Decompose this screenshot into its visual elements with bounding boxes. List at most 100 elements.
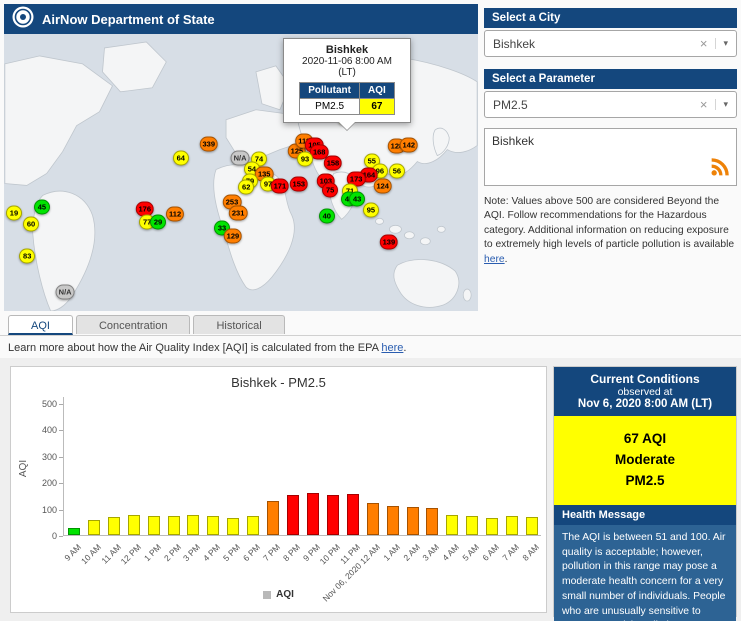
chevron-down-icon[interactable]: ▾ <box>715 99 728 110</box>
y-axis-title: AQI <box>18 459 30 478</box>
chart-bar[interactable] <box>346 493 359 535</box>
map-marker[interactable]: N/A <box>55 284 75 300</box>
x-axis-label: 6 PM <box>241 542 263 564</box>
airnow-page: AirNow Department of State 19 45 60 83 N… <box>0 0 741 621</box>
sidebar: Select a City Bishkek × ▾ Select a Param… <box>484 8 737 267</box>
map-marker[interactable]: 231 <box>228 205 248 221</box>
x-axis-label: 4 AM <box>440 542 462 563</box>
chart-bar[interactable] <box>306 493 319 535</box>
map-marker[interactable]: 83 <box>19 248 36 264</box>
current-conditions-header: Current Conditions observed at Nov 6, 20… <box>554 367 736 416</box>
x-axis-label: 7 PM <box>261 542 283 564</box>
tab-historical[interactable]: Historical <box>193 315 285 334</box>
chevron-down-icon[interactable]: ▾ <box>715 38 728 49</box>
chart-bar[interactable] <box>486 517 499 535</box>
chart-bar[interactable] <box>167 516 180 535</box>
map-marker[interactable]: 45 <box>33 199 50 215</box>
chart-bar[interactable] <box>426 508 439 535</box>
map-marker[interactable]: 129 <box>223 228 243 244</box>
map-marker[interactable]: 139 <box>379 234 399 250</box>
tooltip-city: Bishkek <box>325 44 369 56</box>
map-marker[interactable]: 75 <box>322 182 339 198</box>
x-axis-label: 2 AM <box>400 542 422 563</box>
map-marker[interactable]: 43 <box>349 191 366 207</box>
health-message-header: Health Message <box>554 504 736 525</box>
chart-bar[interactable] <box>67 528 80 535</box>
map-marker[interactable]: 142 <box>399 137 419 153</box>
map-marker[interactable]: 62 <box>238 179 255 195</box>
rss-icon[interactable] <box>710 157 730 180</box>
chart-bar[interactable] <box>187 515 200 535</box>
map-marker[interactable]: 64 <box>172 150 189 166</box>
aqi-value-line: 67 AQI <box>623 431 667 446</box>
tooltip-aqi-header: AQI <box>359 82 395 99</box>
city-select[interactable]: Bishkek × ▾ <box>484 30 737 57</box>
chart-bar[interactable] <box>287 494 300 535</box>
chart-bar[interactable] <box>107 516 120 535</box>
y-axis-tick-label: 300 <box>41 451 57 462</box>
parameter-select[interactable]: PM2.5 × ▾ <box>484 91 737 118</box>
chart-bar[interactable] <box>127 515 140 535</box>
world-map[interactable]: 19456083N/A64339N/A741251111051689354135… <box>4 34 478 311</box>
chart-bar[interactable] <box>406 507 419 535</box>
chart-bar[interactable] <box>506 516 519 535</box>
chart-bar[interactable] <box>326 495 339 535</box>
map-marker[interactable]: 60 <box>23 216 40 232</box>
chart-bar[interactable] <box>207 516 220 535</box>
x-axis-label: 10 AM <box>78 542 103 567</box>
chart-legend[interactable]: AQI <box>11 589 546 600</box>
chart-bar[interactable] <box>247 516 260 535</box>
x-axis-label: 7 AM <box>500 542 522 563</box>
select-city-header: Select a City <box>484 8 737 28</box>
chart-bar[interactable] <box>526 517 539 535</box>
chart-bar[interactable] <box>147 516 160 535</box>
chart-bar[interactable] <box>267 500 280 535</box>
chart-bar[interactable] <box>227 517 240 535</box>
y-axis-tick-mark <box>59 509 63 511</box>
chart-bar[interactable] <box>386 505 399 535</box>
tooltip-table: Pollutant AQI PM2.5 67 <box>299 82 395 115</box>
chart-bar[interactable] <box>446 514 459 535</box>
observed-at-label: observed at <box>617 386 673 398</box>
x-axis-label: 1 AM <box>380 542 402 563</box>
legend-swatch <box>263 590 272 599</box>
tab-concentration[interactable]: Concentration <box>75 315 191 334</box>
city-select-value: Bishkek <box>493 36 536 51</box>
app-header: AirNow Department of State <box>4 4 478 34</box>
epa-here-link[interactable]: here <box>381 342 403 354</box>
chart-bar[interactable] <box>366 502 379 535</box>
map-marker[interactable]: 29 <box>150 214 167 230</box>
tooltip-pollutant-value: PM2.5 <box>299 98 360 115</box>
aqi-status-box: 67 AQI Moderate PM2.5 <box>554 416 736 505</box>
map-marker[interactable]: 124 <box>373 178 392 194</box>
learn-more-suffix: . <box>403 342 407 354</box>
chart-bar[interactable] <box>87 520 100 535</box>
learn-more-text: Learn more about how the Air Quality Ind… <box>8 342 406 354</box>
x-axis-label: 2 PM <box>161 542 183 564</box>
note-here-link[interactable]: here <box>484 254 505 265</box>
map-marker[interactable]: 93 <box>296 151 313 167</box>
map-marker[interactable]: 95 <box>362 202 379 218</box>
feed-city-text: Bishkek <box>492 134 535 148</box>
tab-bar: AQI Concentration Historical <box>8 315 285 335</box>
learn-more-prefix: Learn more about how the Air Quality Ind… <box>8 342 382 354</box>
chart-bar[interactable] <box>466 516 479 535</box>
tab-aqi[interactable]: AQI <box>8 315 73 335</box>
map-marker[interactable]: 112 <box>166 206 185 222</box>
map-marker[interactable]: 153 <box>289 176 309 192</box>
map-marker[interactable]: 40 <box>318 208 335 224</box>
feed-box: Bishkek <box>484 128 737 186</box>
map-marker[interactable]: 19 <box>5 205 22 221</box>
current-conditions-title: Current Conditions <box>590 372 700 386</box>
map-marker[interactable]: 339 <box>199 136 219 152</box>
map-marker[interactable]: 158 <box>323 155 343 171</box>
y-axis-tick-mark <box>59 456 63 458</box>
map-marker[interactable]: 56 <box>388 163 405 179</box>
clear-icon[interactable]: × <box>700 97 708 112</box>
clear-icon[interactable]: × <box>700 36 708 51</box>
observed-time: Nov 6, 2020 8:00 AM (LT) <box>577 398 713 410</box>
x-axis-label: 3 PM <box>181 542 203 564</box>
map-marker[interactable]: 171 <box>270 178 290 194</box>
tooltip-aqi-value: 67 <box>359 98 395 115</box>
health-message-body: The AQI is between 51 and 100. Air quali… <box>554 524 736 621</box>
